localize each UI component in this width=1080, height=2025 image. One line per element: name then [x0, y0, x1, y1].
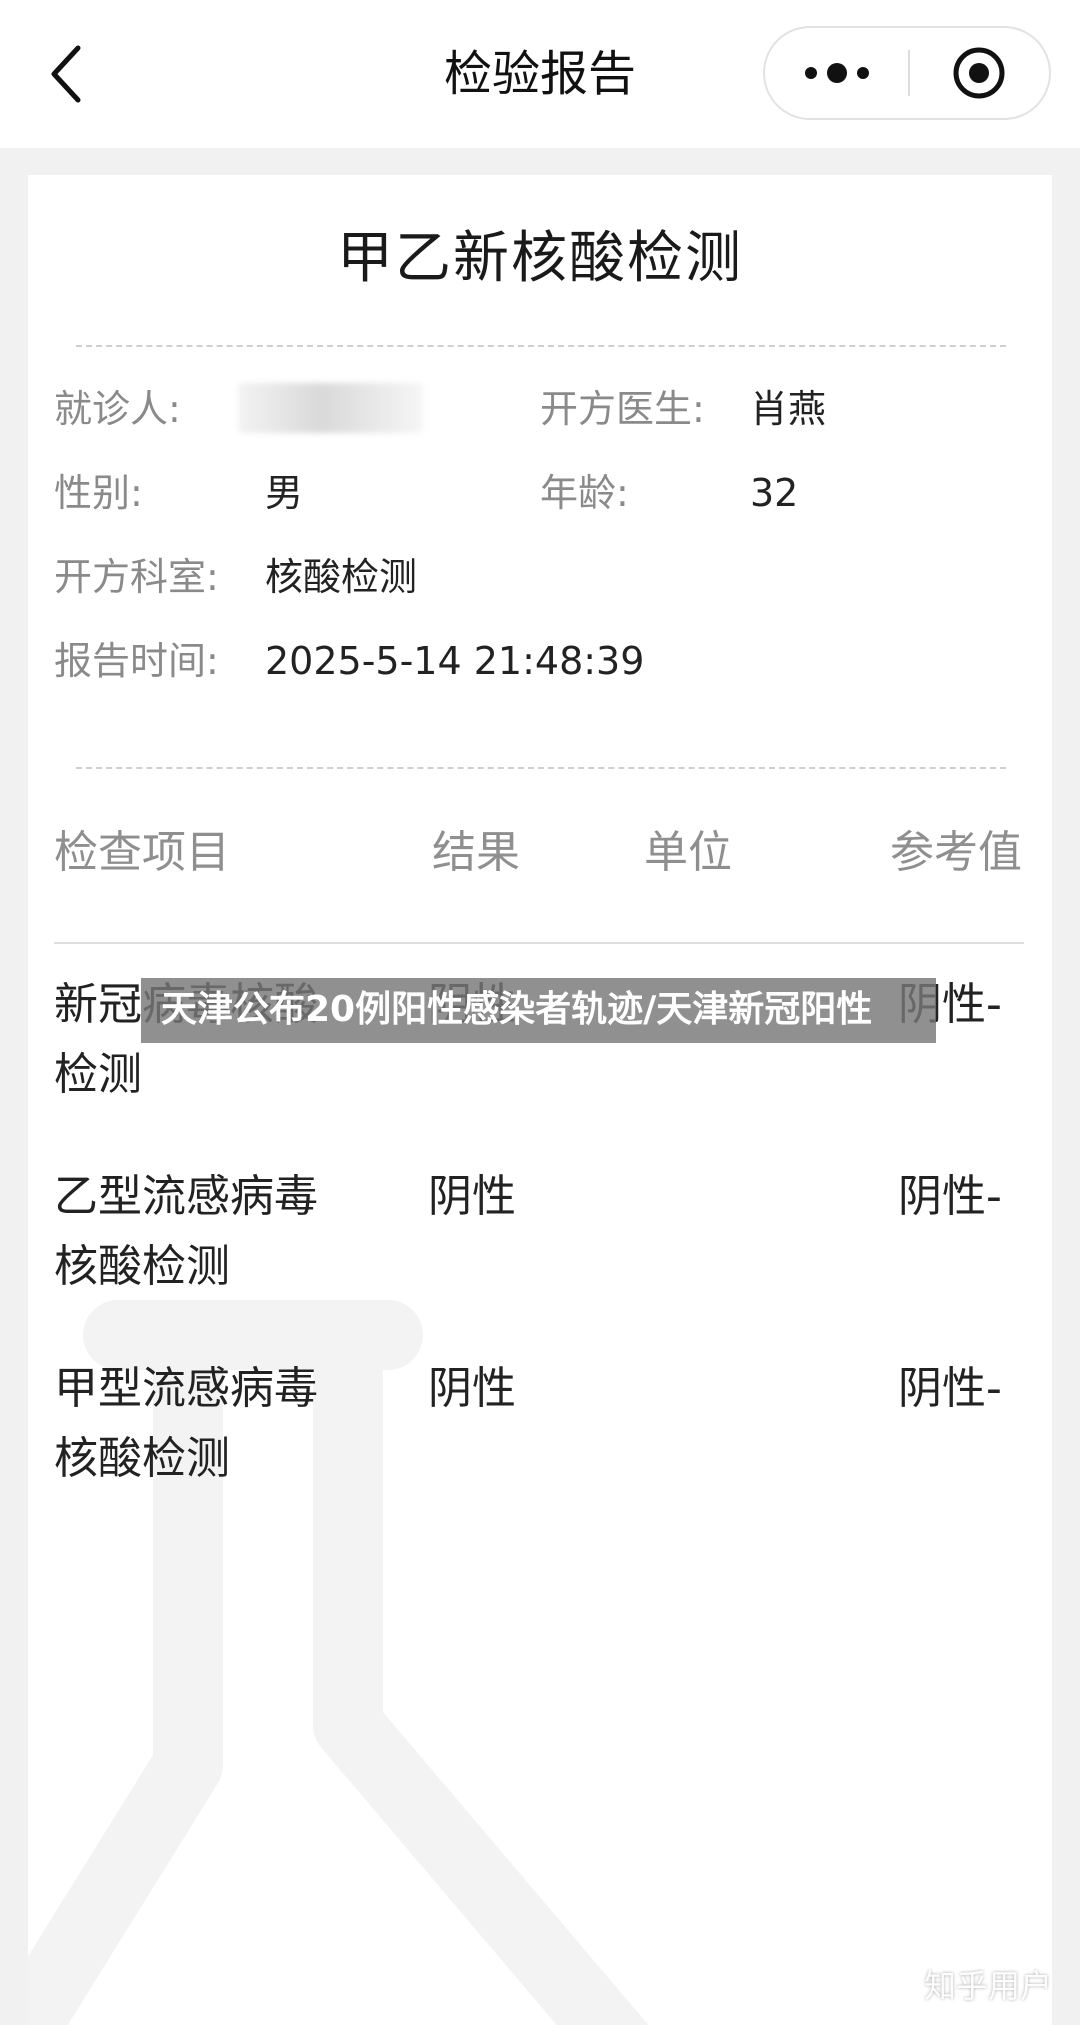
report-title: 甲乙新核酸检测	[337, 226, 743, 291]
department-value: 核酸检测	[265, 555, 418, 599]
column-header-unit: 单位	[644, 827, 732, 878]
test-reference: 阴性-	[898, 1171, 1002, 1222]
gender-label: 性别:	[54, 471, 143, 515]
gender-value: 男	[265, 471, 304, 515]
test-item-name: 甲型流感病毒核酸检测	[54, 1363, 318, 1484]
doctor-label: 开方医生:	[540, 387, 705, 431]
dashed-divider-top	[76, 345, 1006, 347]
table-header-divider	[54, 942, 1024, 944]
age-label: 年龄:	[540, 471, 629, 515]
test-result: 阴性	[428, 1171, 516, 1222]
target-circle-icon	[953, 47, 1005, 99]
column-header-result: 结果	[432, 827, 520, 878]
test-result: 阴性	[428, 1363, 516, 1414]
department-label: 开方科室:	[54, 555, 219, 599]
test-item-name: 乙型流感病毒核酸检测	[54, 1171, 318, 1292]
doctor-value: 肖燕	[750, 387, 827, 431]
caption-banner: 天津公布20例阳性感染者轨迹/天津新冠阳性	[141, 978, 936, 1043]
navigation-bar: 检验报告	[0, 0, 1080, 148]
test-reference: 阴性-	[898, 1363, 1002, 1414]
report-time-value: 2025-5-14 21:48:39	[265, 639, 645, 683]
mini-program-capsule	[763, 26, 1051, 120]
patient-label: 就诊人:	[54, 387, 181, 431]
patient-name-redacted	[238, 383, 423, 433]
report-time-label: 报告时间:	[54, 639, 219, 683]
more-dots-icon	[805, 63, 869, 83]
report-card: 甲乙新核酸检测 就诊人: 开方医生: 肖燕 性别: 男 年龄: 32 开方科室:…	[28, 175, 1052, 2025]
zhihu-watermark: 知乎用户	[923, 1967, 1052, 2005]
close-button[interactable]	[910, 28, 1049, 118]
dashed-divider-bottom	[76, 767, 1006, 769]
column-header-item: 检查项目	[54, 827, 230, 878]
more-button[interactable]	[765, 28, 908, 118]
age-value: 32	[750, 471, 799, 515]
caption-text: 天津公布20例阳性感染者轨迹/天津新冠阳性	[161, 989, 873, 1030]
column-header-reference: 参考值	[890, 827, 1022, 878]
